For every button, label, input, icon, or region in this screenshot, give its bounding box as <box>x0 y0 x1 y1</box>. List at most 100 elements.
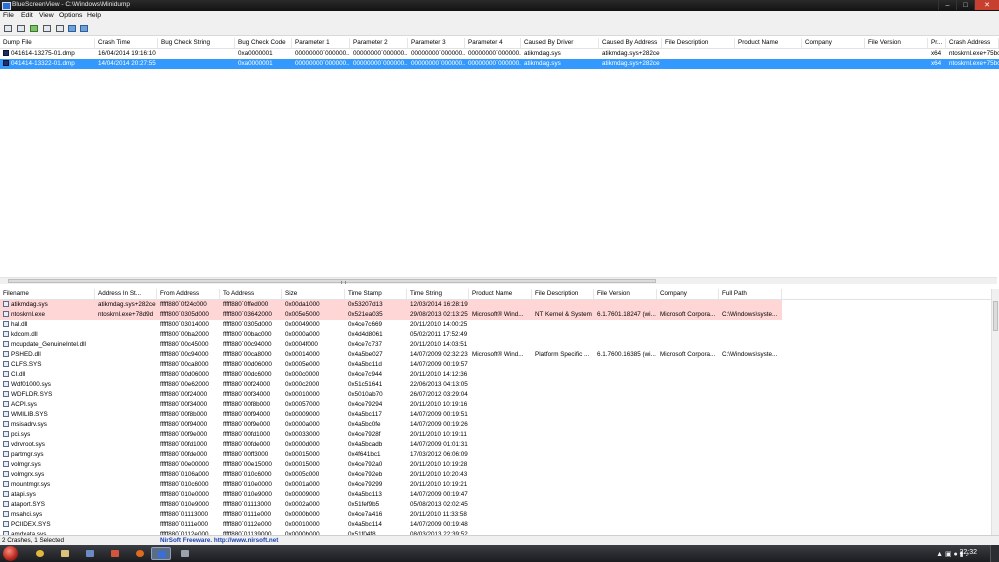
table-cell <box>95 500 157 510</box>
column-header-filename[interactable]: Filename <box>0 289 95 299</box>
column-header-file-description[interactable]: File Description <box>532 289 594 299</box>
show-desktop-button[interactable] <box>990 545 999 562</box>
nirsoft-link[interactable]: NirSoft Freeware. http://www.nirsoft.net <box>160 537 278 544</box>
save-icon[interactable] <box>4 25 12 32</box>
table-row[interactable]: CLFS.SYS fffff880`00ca8000 fffff880`00d060… <box>0 360 999 370</box>
table-row[interactable]: WMILIB.SYS fffff880`00f8b000 fffff880`00f9… <box>0 410 999 420</box>
column-header-full-path[interactable]: Full Path <box>719 289 782 299</box>
column-header-caused-by-driver[interactable]: Caused By Driver <box>521 38 599 48</box>
column-header-time-stamp[interactable]: Time Stamp <box>345 289 407 299</box>
app-taskbar-icon[interactable] <box>80 547 100 560</box>
menu-help[interactable]: Help <box>87 12 101 19</box>
driver-file-icon <box>3 491 9 497</box>
tool-taskbar-icon[interactable] <box>105 547 125 560</box>
table-row[interactable]: atapi.sys fffff880`010e0000 fffff880`010e9… <box>0 490 999 500</box>
table-cell: fffff880`0106a000 <box>160 471 209 478</box>
column-header-product-name[interactable]: Product Name <box>735 38 802 48</box>
table-row[interactable]: 041414-13322-01.dmp 14/04/2014 20:27:55 0x… <box>0 59 999 69</box>
table-row[interactable]: 041614-13275-01.dmp 16/04/2014 19:16:10 0x… <box>0 49 999 59</box>
column-header-parameter-2[interactable]: Parameter 2 <box>350 38 408 48</box>
table-cell <box>657 380 719 390</box>
table-row[interactable]: msisadrv.sys fffff880`00f94000 fffff880`00… <box>0 420 999 430</box>
driver-file-icon <box>3 361 9 367</box>
column-header-file-version[interactable]: File Version <box>594 289 657 299</box>
column-header-company[interactable]: Company <box>802 38 865 48</box>
open-icon[interactable] <box>17 25 25 32</box>
maximize-button[interactable]: □ <box>956 0 974 10</box>
table-cell <box>469 500 532 510</box>
column-header-address-in-st[interactable]: Address In St... <box>95 289 157 299</box>
table-row[interactable]: partmgr.sys fffff880`00fde000 fffff880`00f… <box>0 450 999 460</box>
table-row[interactable]: volmgr.sys fffff880`00e00000 fffff880`00e1… <box>0 460 999 470</box>
column-header-from-address[interactable]: From Address <box>157 289 220 299</box>
minimize-button[interactable]: – <box>938 0 956 10</box>
table-row[interactable]: Wdf01000.sys fffff880`00e62000 fffff880`00… <box>0 380 999 390</box>
column-header-dump-file[interactable]: Dump File <box>0 38 95 48</box>
bluescreenview-app-icon[interactable] <box>2 2 11 10</box>
column-header-file-description[interactable]: File Description <box>662 38 735 48</box>
column-header-product-name[interactable]: Product Name <box>469 289 532 299</box>
column-header-caused-by-address[interactable]: Caused By Address <box>599 38 662 48</box>
table-row[interactable]: atikmdag.sys atikmdag.sys+282ce fffff880`0… <box>0 300 782 310</box>
bluescreenview-taskbar-icon[interactable] <box>151 547 171 560</box>
file-name: mcupdate_GenuineIntel.dll <box>11 341 86 348</box>
about-icon[interactable] <box>80 25 88 32</box>
table-row[interactable]: PCIIDEX.SYS fffff880`0111e000 fffff880`011… <box>0 520 999 530</box>
table-row[interactable]: kdcom.dll fffff800`00ba2000 fffff800`00bac… <box>0 330 999 340</box>
table-cell: fffff880`0ffed000 <box>223 301 269 308</box>
column-header-bug-check-code[interactable]: Bug Check Code <box>235 38 292 48</box>
menu-edit[interactable]: Edit <box>21 12 33 19</box>
table-row[interactable]: WDFLDR.SYS fffff880`00f24000 fffff880`00f3… <box>0 390 999 400</box>
table-row[interactable]: msahci.sys fffff880`01113000 fffff880`0111… <box>0 510 999 520</box>
table-cell <box>735 49 802 59</box>
scrollbar-thumb[interactable] <box>993 301 998 331</box>
table-cell: ntoskrnl.exe+75bc <box>949 50 999 57</box>
clock[interactable]: 22:32 <box>959 549 977 556</box>
html-report-icon[interactable] <box>68 25 76 32</box>
table-row[interactable]: PSHED.dll fffff880`00c94000 fffff880`00ca8… <box>0 350 999 360</box>
table-row[interactable]: ataport.SYS fffff880`010e9000 fffff880`011… <box>0 500 999 510</box>
table-cell <box>95 400 157 410</box>
column-header-pr[interactable]: Pr... <box>928 38 946 48</box>
copy-icon[interactable] <box>43 25 51 32</box>
network-taskbar-icon[interactable] <box>175 547 195 560</box>
column-header-crash-time[interactable]: Crash Time <box>95 38 158 48</box>
column-header-bug-check-string[interactable]: Bug Check String <box>158 38 235 48</box>
table-cell <box>95 450 157 460</box>
media-taskbar-icon[interactable] <box>130 547 150 560</box>
dump-list-horizontal-scrollbar[interactable] <box>0 277 997 284</box>
table-row[interactable]: mountmgr.sys fffff880`010c6000 fffff880`01… <box>0 480 999 490</box>
drivers-list-header: Filename Address In St... From Address To A… <box>0 289 999 300</box>
drivers-list-vertical-scrollbar[interactable] <box>991 289 999 535</box>
table-row[interactable]: ntoskrnl.exe ntoskrnl.exe+78d9d fffff800`0… <box>0 310 782 320</box>
menu-file[interactable]: File <box>3 12 14 19</box>
table-row[interactable]: vdrvroot.sys fffff880`00fd1000 fffff880`00… <box>0 440 999 450</box>
table-row[interactable]: pci.sys fffff880`00f9e000 fffff880`00fd100… <box>0 430 999 440</box>
column-header-company[interactable]: Company <box>657 289 719 299</box>
column-header-parameter-4[interactable]: Parameter 4 <box>465 38 521 48</box>
start-button[interactable] <box>3 546 18 561</box>
explorer-taskbar-icon[interactable] <box>55 547 75 560</box>
column-header-to-address[interactable]: To Address <box>220 289 282 299</box>
column-header-parameter-1[interactable]: Parameter 1 <box>292 38 350 48</box>
table-row[interactable]: ACPI.sys fffff880`00f34000 fffff880`00f8b0… <box>0 400 999 410</box>
table-cell: 20/11/2010 10:19:11 <box>410 431 467 438</box>
column-header-parameter-3[interactable]: Parameter 3 <box>408 38 465 48</box>
scrollbar-thumb[interactable] <box>8 279 656 284</box>
table-row[interactable]: mcupdate_GenuineIntel.dll fffff880`00c450… <box>0 340 999 350</box>
properties-icon[interactable] <box>56 25 64 32</box>
table-cell <box>469 470 532 480</box>
table-row[interactable]: hal.dll fffff800`03014000 fffff800`0305d00… <box>0 320 999 330</box>
close-button[interactable]: ✕ <box>974 0 999 10</box>
driver-file-icon <box>3 501 9 507</box>
column-header-crash-address[interactable]: Crash Address <box>946 38 999 48</box>
column-header-size[interactable]: Size <box>282 289 345 299</box>
table-row[interactable]: volmgrx.sys fffff880`0106a000 fffff880`010… <box>0 470 999 480</box>
table-row[interactable]: CI.dll fffff880`00d06000 fffff880`00dc6000… <box>0 370 999 380</box>
refresh-icon[interactable] <box>30 25 38 32</box>
column-header-time-string[interactable]: Time String <box>407 289 469 299</box>
column-header-file-version[interactable]: File Version <box>865 38 928 48</box>
menu-options[interactable]: Options <box>59 12 82 19</box>
menu-view[interactable]: View <box>39 12 54 19</box>
chrome-taskbar-icon[interactable] <box>30 547 50 560</box>
